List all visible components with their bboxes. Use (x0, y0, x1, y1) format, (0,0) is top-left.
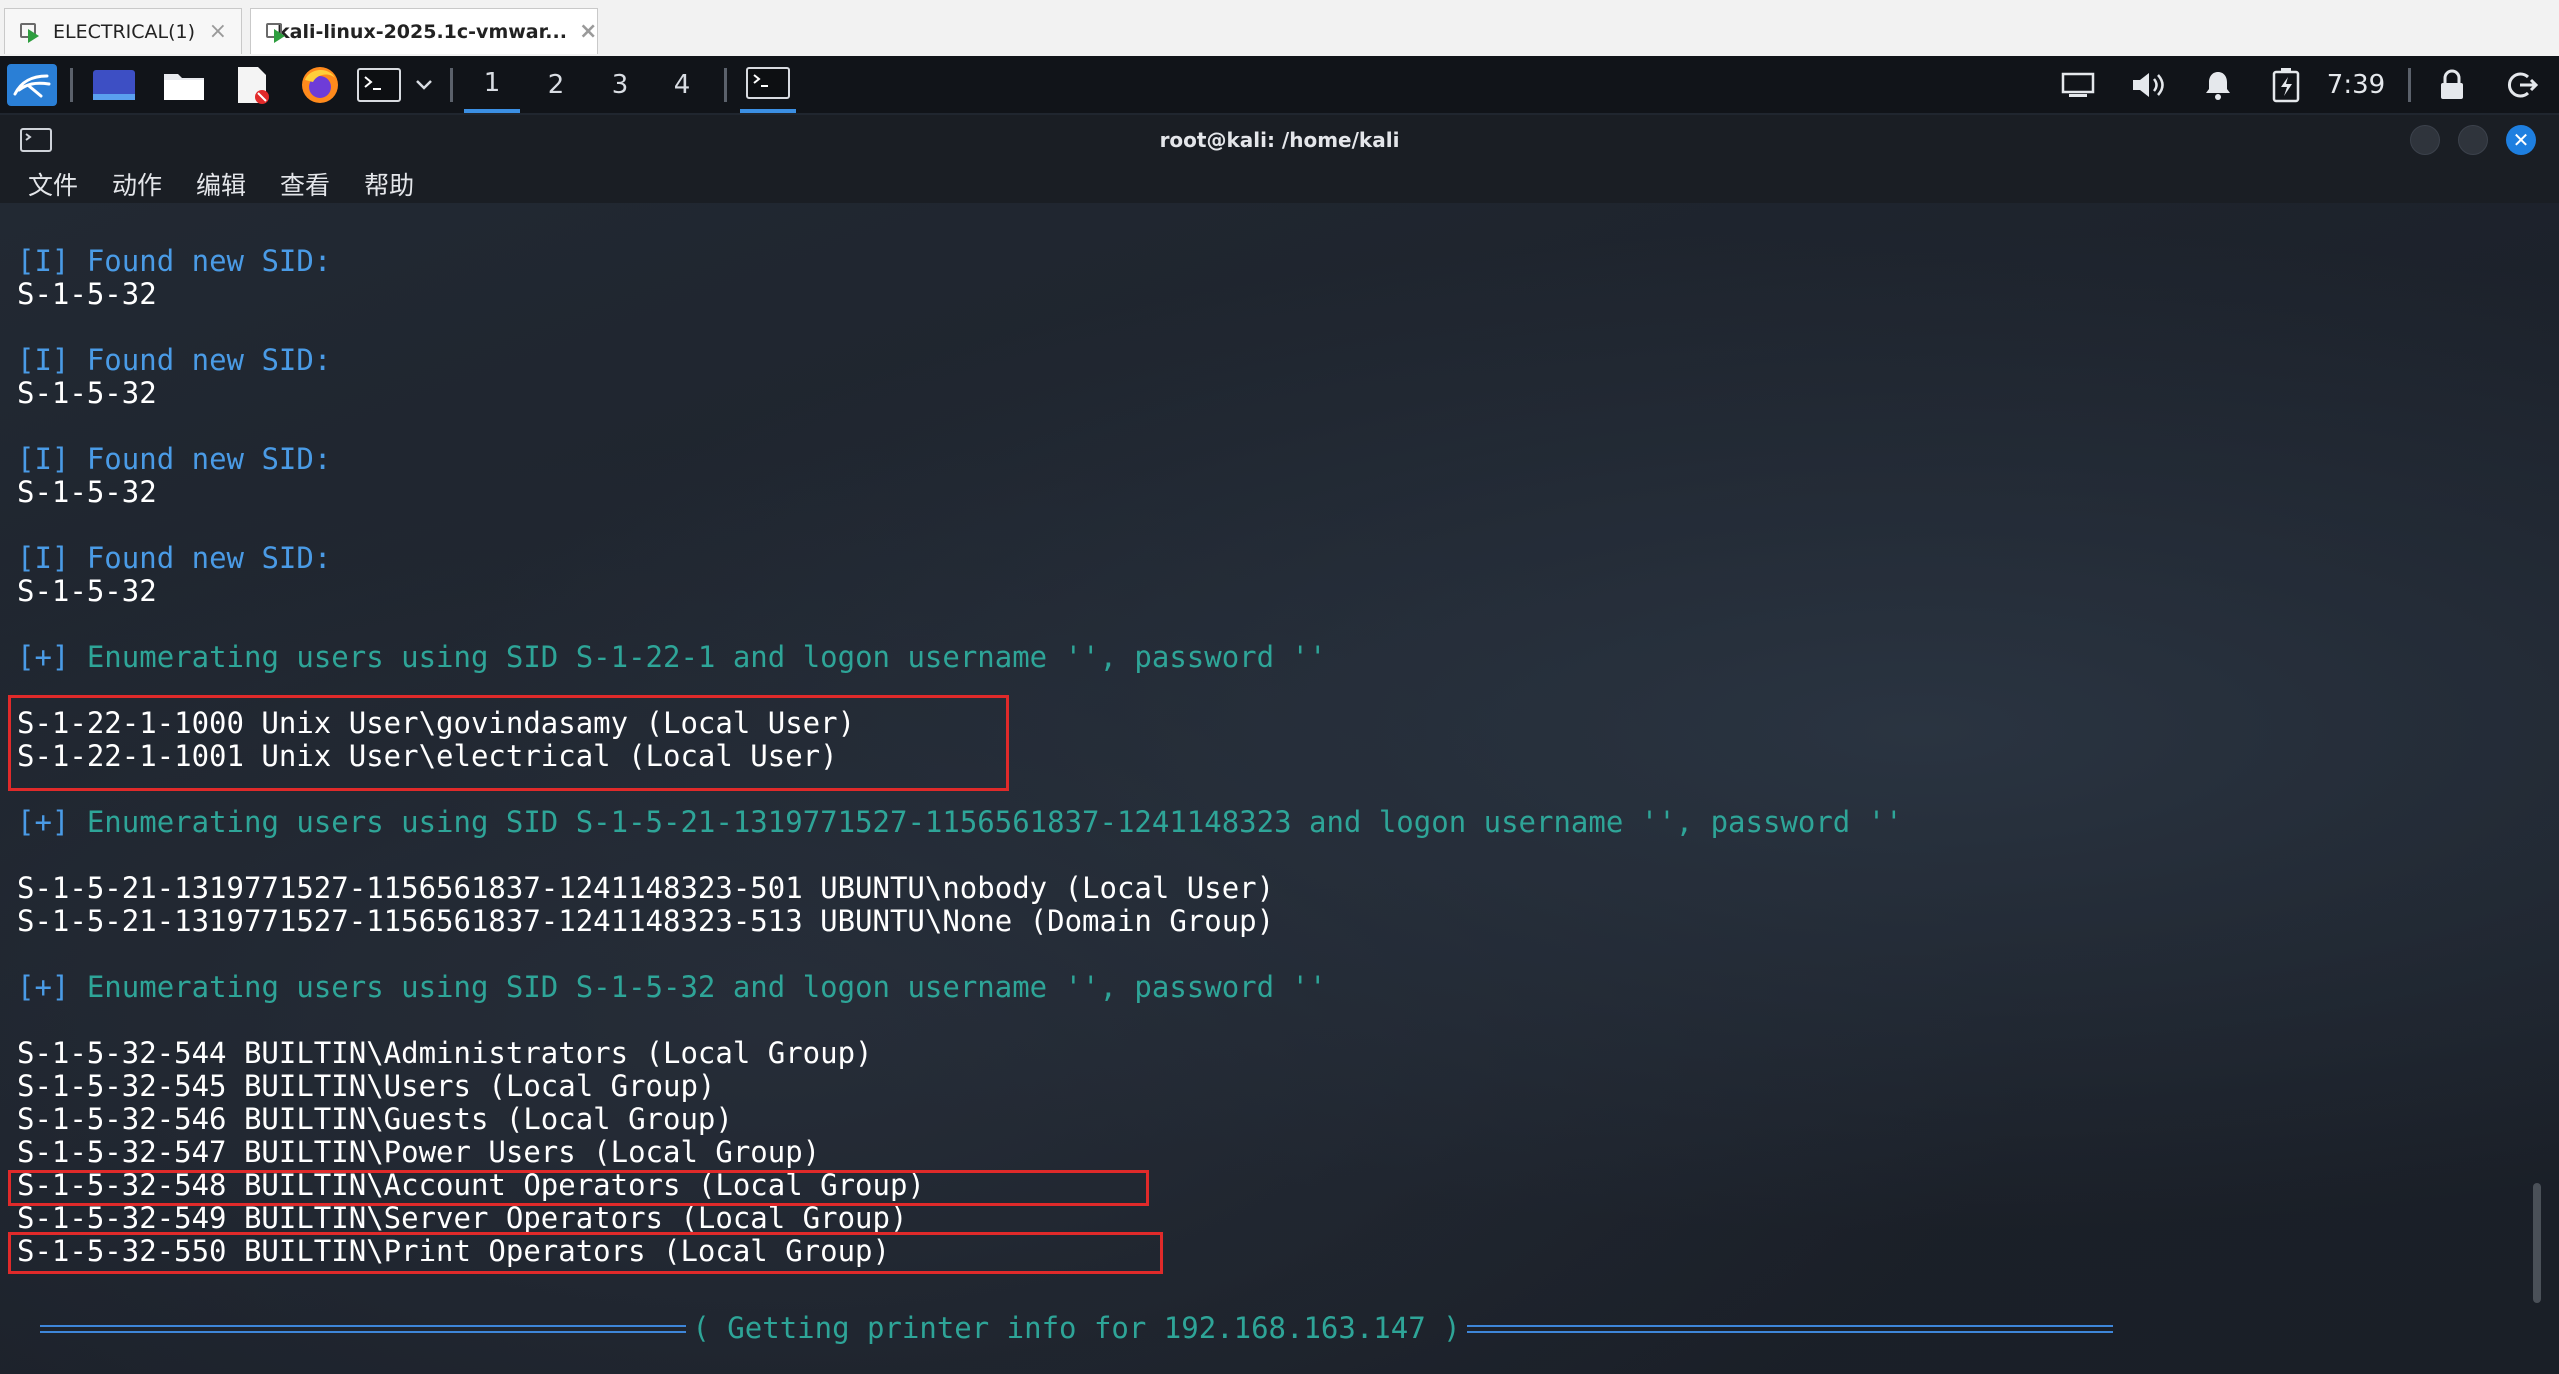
highlight-box (8, 695, 1009, 791)
vm-tab-label: ELECTRICAL(1) (53, 20, 196, 43)
banner-text: ( Getting printer info for 192.168.163.1… (692, 1311, 1461, 1345)
minimize-button[interactable] (2410, 125, 2440, 155)
log-line: S-1-5-32 (17, 376, 157, 410)
vm-tab-label: kali-linux-2025.1c-vmwar... (277, 20, 567, 43)
close-icon[interactable]: × (579, 19, 597, 44)
log-line: S-1-5-21-1319771527-1156561837-124114832… (17, 904, 1275, 938)
panel-separator (724, 68, 727, 102)
show-desktop-icon[interactable] (86, 56, 142, 113)
highlight-box (8, 1170, 1149, 1206)
close-icon: ✕ (2512, 128, 2530, 152)
log-line: S-1-5-32 (17, 277, 157, 311)
menu-view[interactable]: 查看 (280, 166, 330, 202)
log-line: [+] Enumerating users using SID S-1-22-1… (17, 640, 1327, 674)
dropdown-arrow-icon[interactable] (406, 56, 442, 113)
vm-tab-electrical[interactable]: ELECTRICAL(1) × (4, 8, 242, 54)
terminal-icon[interactable] (354, 56, 404, 113)
workspace-2[interactable]: 2 (528, 56, 584, 113)
log-line: S-1-5-32 (17, 475, 157, 509)
workspace-4[interactable]: 4 (654, 56, 710, 113)
log-line: [I] Found new SID: (17, 442, 332, 476)
power-manager-icon[interactable] (2258, 56, 2314, 113)
file-manager-icon[interactable] (156, 56, 212, 113)
vm-tab-strip: ELECTRICAL(1) × kali-linux-2025.1c-vmwar… (0, 0, 2559, 57)
log-line: S-1-5-32-549 BUILTIN\Server Operators (L… (17, 1201, 908, 1235)
panel-separator (450, 68, 453, 102)
close-icon[interactable]: × (209, 19, 227, 44)
scrollbar-thumb[interactable] (2533, 1183, 2541, 1303)
menu-action[interactable]: 动作 (112, 166, 162, 202)
text-editor-icon[interactable] (224, 56, 280, 113)
workspace-1[interactable]: 1 (464, 56, 520, 113)
close-button[interactable]: ✕ (2506, 125, 2536, 155)
log-line: S-1-5-32-547 BUILTIN\Power Users (Local … (17, 1135, 821, 1169)
top-panel: 1 2 3 4 7:39 (0, 56, 2559, 115)
lock-icon[interactable] (2424, 56, 2480, 113)
active-terminal-window-icon[interactable] (740, 56, 796, 113)
log-line: [I] Found new SID: (17, 541, 332, 575)
log-line: S-1-5-21-1319771527-1156561837-124114832… (17, 871, 1275, 905)
log-line: S-1-5-32-545 BUILTIN\Users (Local Group) (17, 1069, 716, 1103)
log-line: S-1-5-32-544 BUILTIN\Administrators (Loc… (17, 1036, 873, 1070)
panel-separator (70, 68, 73, 102)
log-line: [I] Found new SID: (17, 343, 332, 377)
logout-icon[interactable] (2494, 56, 2550, 113)
terminal-output[interactable]: [I] Found new SID: S-1-5-32 [I] Found ne… (0, 203, 2559, 1374)
log-line: [I] Found new SID: (17, 244, 332, 278)
menu-file[interactable]: 文件 (28, 166, 78, 202)
printer-info-banner: ( Getting printer info for 192.168.163.1… (40, 1312, 2113, 1345)
display-icon[interactable] (2050, 56, 2106, 113)
log-line: S-1-5-32 (17, 574, 157, 608)
window-title: root@kali: /home/kali (1159, 128, 1400, 152)
menubar: 文件 动作 编辑 查看 帮助 (0, 165, 2559, 203)
banner-rule-left (40, 1324, 687, 1333)
volume-icon[interactable] (2120, 56, 2176, 113)
window-terminal-icon (20, 128, 52, 156)
maximize-button[interactable] (2458, 125, 2488, 155)
kali-menu-icon[interactable] (4, 56, 60, 113)
vm-tab-kali[interactable]: kali-linux-2025.1c-vmwar... × (250, 8, 598, 54)
log-line: [+] Enumerating users using SID S-1-5-32… (17, 970, 1327, 1004)
firefox-icon[interactable] (292, 56, 348, 113)
banner-rule-right (1466, 1324, 2113, 1333)
vm-icon (19, 21, 41, 43)
menu-edit[interactable]: 编辑 (196, 166, 246, 202)
log-line: [+] Enumerating users using SID S-1-5-21… (17, 805, 1903, 839)
notification-bell-icon[interactable] (2190, 56, 2246, 113)
clock[interactable]: 7:39 (2318, 56, 2394, 113)
highlight-box (8, 1232, 1163, 1274)
menu-help[interactable]: 帮助 (364, 166, 414, 202)
window-titlebar[interactable]: root@kali: /home/kali (0, 115, 2559, 165)
log-line: S-1-5-32-546 BUILTIN\Guests (Local Group… (17, 1102, 733, 1136)
panel-separator (2408, 68, 2411, 102)
workspace-3[interactable]: 3 (592, 56, 648, 113)
